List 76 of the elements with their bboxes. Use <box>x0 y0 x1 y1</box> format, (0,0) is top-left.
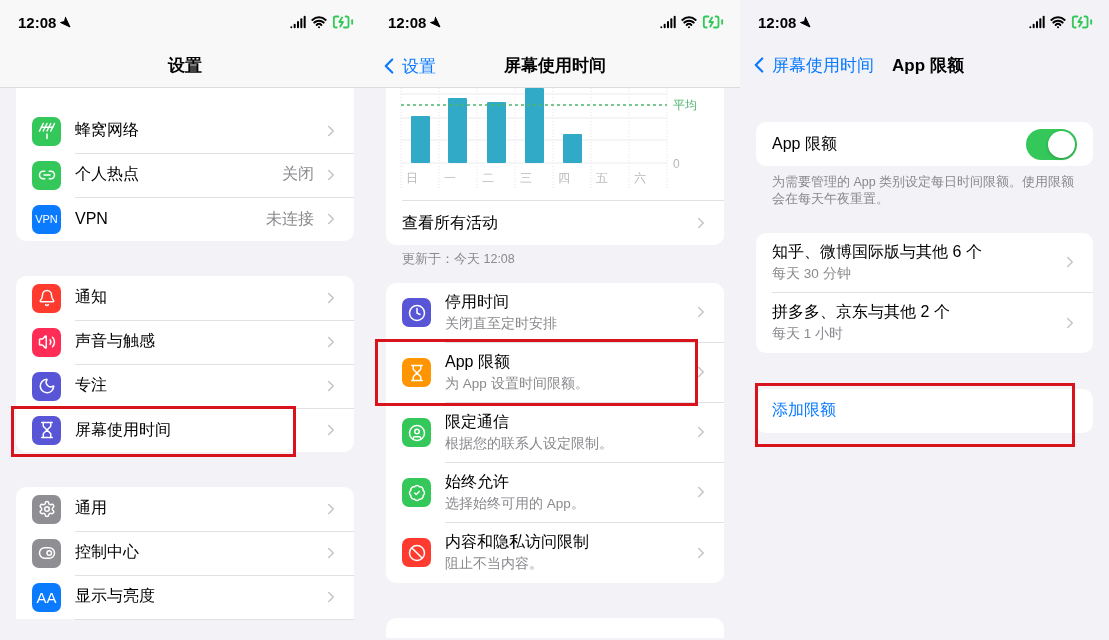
toggle-note: 为需要管理的 App 类别设定每日时间限额。使用限额会在每天午夜重置。 <box>771 174 1076 208</box>
settings-row[interactable]: AA 显示与亮度 <box>16 575 354 619</box>
row-label: 通知 <box>75 287 108 307</box>
limit-row[interactable]: 拼多多、京东与其他 2 个 每天 1 小时 <box>756 292 1093 353</box>
limit-title: 拼多多、京东与其他 2 个 <box>772 302 951 323</box>
axis-zero-label: 0 <box>673 157 680 171</box>
limit-subtitle: 每天 30 分钟 <box>772 264 852 283</box>
back-link[interactable]: 屏幕使用时间 <box>746 52 874 78</box>
settings-app-icon: AA <box>32 582 61 612</box>
screen-title: 设置 <box>168 54 202 77</box>
settings-row[interactable]: VPN VPN 未连接 <box>16 197 354 241</box>
updated-caption: 更新于：今天 12:08 <box>401 251 516 268</box>
row-label: 通用 <box>75 498 108 518</box>
settings-row[interactable]: 个人热点 关闭 <box>16 153 354 197</box>
wifi-icon <box>1050 14 1066 30</box>
option-subtitle: 关闭直至定时安排 <box>445 314 558 333</box>
row-label: 声音与触感 <box>75 331 156 351</box>
settings-row[interactable]: 通用 <box>16 487 354 531</box>
status-time: 12:08 <box>758 13 812 31</box>
option-title: 限定通信 <box>445 411 510 432</box>
row-label: 显示与亮度 <box>75 586 156 606</box>
row-value: 关闭 <box>282 164 314 184</box>
screen-title: App 限额 <box>892 54 964 77</box>
row-label: 个人热点 <box>75 164 140 184</box>
limit-row[interactable]: 知乎、微博国际版与其他 6 个 每天 30 分钟 <box>756 232 1093 293</box>
settings-row[interactable]: 蜂窝网络 <box>16 109 354 153</box>
option-title: 内容和隐私访问限制 <box>445 532 590 553</box>
screen-time-option-row[interactable]: 限定通信 根据您的联系人设定限制。 <box>386 402 724 463</box>
day-label: 四 <box>558 171 570 185</box>
settings-row[interactable]: 屏幕使用时间 <box>16 408 354 452</box>
settings-row[interactable]: 通知 <box>16 276 354 320</box>
add-limit-link[interactable]: 添加限额 <box>772 400 1093 422</box>
row-label: 屏幕使用时间 <box>75 419 172 440</box>
settings-row[interactable]: 控制中心 <box>16 531 354 575</box>
settings-row[interactable]: 专注 <box>16 364 354 408</box>
toggle-label: App 限额 <box>772 133 838 154</box>
day-label: 六 <box>634 171 646 185</box>
option-subtitle: 选择始终可用的 App。 <box>445 494 586 513</box>
limit-title: 知乎、微博国际版与其他 6 个 <box>772 241 983 262</box>
see-all-activity-row[interactable]: 查看所有活动 <box>386 201 724 245</box>
average-label: 平均 <box>673 98 697 112</box>
day-label: 五 <box>596 171 608 185</box>
signal-icon <box>1029 14 1045 30</box>
status-time: 12:08 <box>18 13 72 31</box>
status-time: 12:08 <box>388 13 442 31</box>
location-arrow-icon <box>429 15 442 28</box>
row-label: 查看所有活动 <box>402 212 499 233</box>
option-title: 停用时间 <box>445 291 510 312</box>
option-subtitle: 为 App 设置时间限额。 <box>445 374 590 393</box>
location-arrow-icon <box>59 15 72 28</box>
screen-time-option-row[interactable]: 始终允许 选择始终可用的 App。 <box>386 462 724 523</box>
day-label: 三 <box>520 171 532 185</box>
option-title: 始终允许 <box>445 471 510 492</box>
settings-app-icon: VPN <box>32 204 61 234</box>
row-label: 专注 <box>75 375 108 395</box>
option-subtitle: 根据您的联系人设定限制。 <box>445 434 614 453</box>
toggle-switch[interactable] <box>1026 128 1077 160</box>
limit-subtitle: 每天 1 小时 <box>772 325 844 344</box>
location-arrow-icon <box>799 15 812 28</box>
settings-row[interactable]: 声音与触感 <box>16 320 354 364</box>
day-label: 日 <box>406 171 418 185</box>
row-label: VPN <box>75 210 109 228</box>
row-label: 控制中心 <box>75 542 140 562</box>
signal-icon <box>290 14 306 30</box>
option-title: App 限额 <box>445 351 511 372</box>
screen-title: 屏幕使用时间 <box>504 54 606 77</box>
back-link[interactable]: 设置 <box>376 53 436 79</box>
wifi-icon <box>311 14 327 30</box>
screen-time-option-row[interactable]: App 限额 为 App 设置时间限额。 <box>386 342 724 403</box>
option-subtitle: 阻止不当内容。 <box>445 555 544 574</box>
row-label: 蜂窝网络 <box>75 120 140 140</box>
signal-icon <box>660 14 676 30</box>
wifi-icon <box>681 14 697 30</box>
row-value: 未连接 <box>266 208 314 229</box>
screen-time-option-row[interactable]: 停用时间 关闭直至定时安排 <box>386 282 724 343</box>
screen-time-option-row[interactable]: 内容和隐私访问限制 阻止不当内容。 <box>386 522 724 583</box>
